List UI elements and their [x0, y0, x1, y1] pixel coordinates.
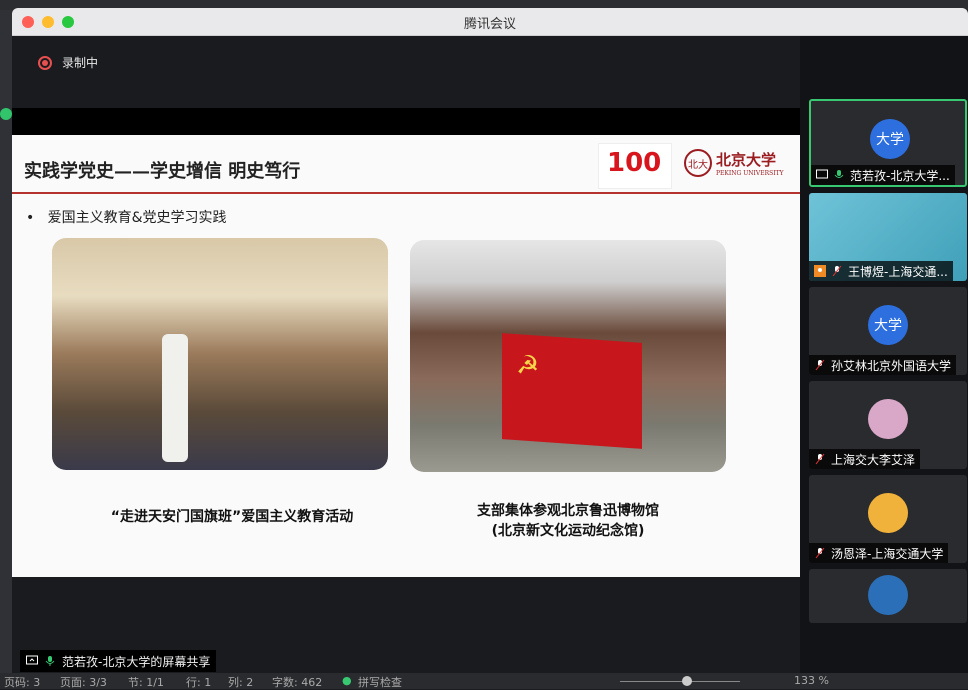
recording-indicator[interactable]: 录制中	[38, 54, 98, 71]
participant-sidebar: 大学 范若孜-北京大学... 王博煜-上海交通... 大学 孙艾林北京外国语大学	[800, 36, 968, 673]
photo-flag-guard	[52, 238, 388, 470]
pku-logo: 北大 北京大学 PEKING UNIVERSITY	[684, 149, 784, 177]
status-page: 页面: 3/3	[60, 676, 107, 689]
participant-name: 范若孜-北京大学...	[850, 168, 950, 183]
mic-muted-icon	[814, 359, 826, 371]
participant-tile[interactable]: 大学 孙艾林北京外国语大学	[809, 287, 967, 375]
window-title: 腾讯会议	[463, 17, 516, 32]
mic-muted-icon	[814, 453, 826, 465]
avatar: 大学	[868, 305, 908, 345]
participant-tile[interactable]: 大学 范若孜-北京大学...	[809, 99, 967, 187]
user-icon	[814, 265, 826, 277]
avatar	[868, 399, 908, 439]
party-flag: ☭	[502, 333, 642, 449]
bullet-item: • 爱国主义教育&党史学习实践	[26, 210, 227, 226]
screen-share-icon	[816, 169, 828, 181]
status-col: 列: 2	[228, 676, 254, 689]
main-stage: 录制中 实践学党史——学史增信 明史笃行 100 北大 北京大学 PEKING U…	[12, 36, 800, 673]
pku-name-en: PEKING UNIVERSITY	[716, 170, 784, 177]
mic-muted-icon	[831, 265, 843, 277]
status-row: 行: 1	[186, 676, 212, 689]
photo-lu-xun-museum: ☭	[410, 240, 726, 472]
hammer-sickle-icon: ☭	[516, 350, 540, 382]
participant-label: 范若孜-北京大学...	[811, 165, 955, 185]
party-centenary-logo: 100	[598, 143, 672, 189]
participant-label: 孙艾林北京外国语大学	[809, 355, 957, 375]
title-bar: 腾讯会议	[12, 8, 968, 36]
participant-label: 王博煜-上海交通...	[809, 261, 953, 281]
mic-muted-icon	[814, 547, 826, 559]
mic-icon	[833, 169, 845, 181]
mic-icon	[44, 655, 56, 667]
slide: 实践学党史——学史增信 明史笃行 100 北大 北京大学 PEKING UNIVE…	[12, 135, 800, 577]
share-label-text: 范若孜-北京大学的屏幕共享	[62, 654, 211, 669]
screen-share-icon	[26, 655, 38, 667]
meeting-window: 腾讯会议 录制中 实践学党史——学史增信 明史笃行 100 北大 北京大学 PEK…	[12, 8, 968, 673]
pku-seal-icon: 北大	[684, 149, 712, 177]
participant-name: 孙艾林北京外国语大学	[831, 358, 952, 373]
recording-label: 录制中	[62, 56, 99, 70]
pku-name-cn: 北京大学	[716, 151, 777, 169]
editor-status-bar: 页码: 3 页面: 3/3 节: 1/1 行: 1 列: 2 字数: 462 ●…	[0, 673, 968, 689]
participant-tile[interactable]: 上海交大李艾泽	[809, 381, 967, 469]
participant-label: 汤恩泽-上海交通大学	[809, 543, 949, 563]
status-dot	[0, 108, 12, 120]
title-divider	[12, 192, 800, 194]
avatar	[868, 575, 908, 615]
shared-screen: 实践学党史——学史增信 明史笃行 100 北大 北京大学 PEKING UNIVE…	[12, 108, 800, 577]
participant-tile[interactable]: 王博煜-上海交通...	[809, 193, 967, 281]
screen-share-label: 范若孜-北京大学的屏幕共享	[20, 650, 217, 672]
zoom-slider[interactable]	[620, 681, 740, 682]
participant-name: 汤恩泽-上海交通大学	[831, 546, 944, 561]
spell-check-button[interactable]: 拼写检查	[358, 674, 402, 690]
slide-title: 实践学党史——学史增信 明史笃行	[24, 161, 301, 182]
guard-figure	[162, 334, 188, 462]
record-icon	[38, 55, 52, 70]
zoom-level: 133 %	[794, 674, 829, 687]
status-section: 节: 1/1	[128, 676, 164, 689]
participant-name: 王博煜-上海交通...	[848, 264, 948, 279]
avatar	[868, 493, 908, 533]
spell-check-icon: ●	[342, 674, 352, 687]
status-words: 字数: 462	[272, 676, 323, 689]
participant-tile[interactable]: 汤恩泽-上海交通大学	[809, 475, 967, 563]
avatar: 大学	[870, 119, 910, 159]
status-pages: 页码: 3	[4, 676, 41, 689]
caption-museum: 支部集体参观北京鲁迅博物馆 (北京新文化运动纪念馆)	[477, 503, 659, 539]
caption-flag-guard: “走进天安门国旗班”爱国主义教育活动	[110, 509, 354, 525]
participant-tile[interactable]	[809, 569, 967, 623]
participant-label: 上海交大李艾泽	[809, 449, 921, 469]
zoom-slider-handle[interactable]	[682, 676, 692, 686]
participant-name: 上海交大李艾泽	[831, 452, 916, 467]
